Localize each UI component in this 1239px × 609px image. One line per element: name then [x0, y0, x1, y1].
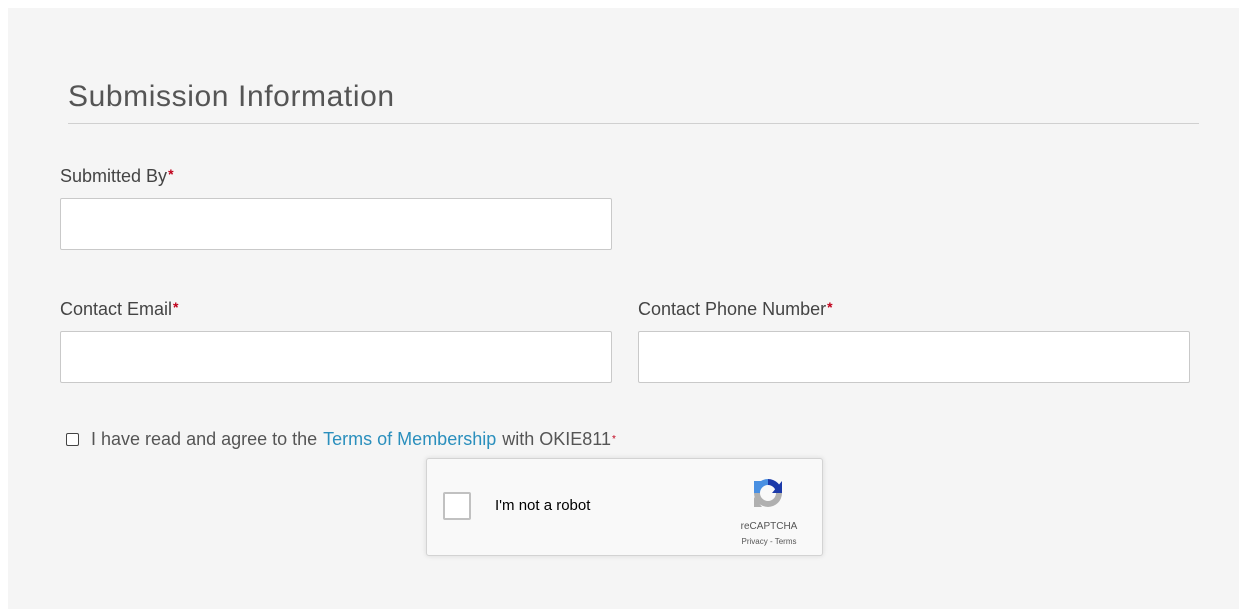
recaptcha-label: I'm not a robot	[495, 497, 591, 514]
submitted-by-input[interactable]	[60, 198, 612, 250]
agree-prefix-text: I have read and agree to the	[91, 428, 318, 449]
section-divider	[68, 123, 1199, 124]
recaptcha-checkbox[interactable]	[443, 492, 471, 520]
recaptcha-widget: I'm not a robot reCAPTCHA Privacy - Term…	[426, 458, 823, 556]
recaptcha-logo-icon	[754, 479, 782, 507]
required-marker: *	[827, 299, 833, 315]
required-marker: *	[173, 299, 179, 315]
recaptcha-links: Privacy - Terms	[723, 537, 815, 546]
required-marker: *	[611, 433, 616, 445]
contact-email-input[interactable]	[60, 331, 612, 383]
recaptcha-privacy-link[interactable]: Privacy	[742, 537, 768, 546]
contact-email-label: Contact Email*	[60, 296, 179, 320]
contact-phone-label: Contact Phone Number*	[638, 296, 833, 320]
section-title: Submission Information	[68, 80, 395, 113]
recaptcha-terms-link[interactable]: Terms	[775, 537, 797, 546]
contact-email-label-text: Contact Email	[60, 299, 173, 319]
agree-suffix-text: with OKIE811	[502, 428, 611, 449]
contact-phone-label-text: Contact Phone Number	[638, 299, 827, 319]
submitted-by-label: Submitted By*	[60, 163, 174, 187]
recaptcha-brand: reCAPTCHA	[740, 521, 798, 532]
submitted-by-label-text: Submitted By	[60, 166, 168, 186]
terms-agreement: I have read and agree to the Terms of Me…	[66, 428, 616, 450]
agree-checkbox[interactable]	[66, 432, 79, 446]
terms-of-membership-link[interactable]: Terms of Membership	[323, 429, 496, 450]
contact-phone-input[interactable]	[638, 331, 1190, 383]
required-marker: *	[168, 166, 174, 182]
recaptcha-link-separator: -	[767, 537, 775, 546]
